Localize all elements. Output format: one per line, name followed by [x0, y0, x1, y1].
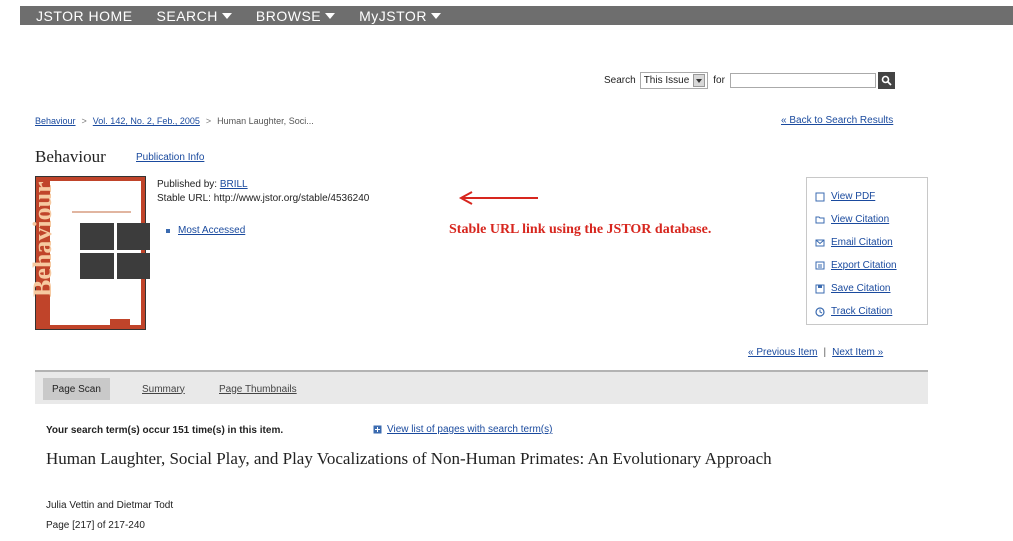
search-for-label: for — [713, 75, 725, 86]
annotation-arrow-icon — [458, 191, 538, 205]
previous-item-link[interactable]: « Previous Item — [748, 347, 817, 358]
save-icon — [815, 284, 825, 294]
search-button[interactable] — [877, 72, 895, 89]
save-citation-button[interactable]: Save Citation — [815, 277, 927, 300]
breadcrumb-issue[interactable]: Vol. 142, No. 2, Feb., 2005 — [93, 116, 200, 126]
journal-title: Behaviour — [35, 147, 106, 166]
tab-page-thumbnails-label: Page Thumbnails — [219, 383, 297, 395]
top-nav: JSTOR HOME SEARCH BROWSE MyJSTOR — [20, 6, 1013, 25]
magnifier-icon — [881, 75, 892, 86]
tab-page-thumbnails[interactable]: Page Thumbnails — [210, 378, 306, 400]
caret-down-icon — [221, 12, 232, 19]
cover-inner — [50, 181, 150, 325]
stable-url-value: http://www.jstor.org/stable/4536240 — [213, 193, 370, 204]
nav-jstor-home-label: JSTOR HOME — [36, 7, 133, 24]
article-pages: Page [217] of 217-240 — [46, 520, 145, 531]
nav-browse-label: BROWSE — [255, 7, 322, 24]
view-hit-pages-label: View list of pages with search term(s) — [387, 424, 553, 435]
breadcrumb-journal[interactable]: Behaviour — [35, 116, 76, 126]
nav-jstor-home[interactable]: JSTOR HOME — [36, 8, 133, 24]
published-by-label: Published by: — [157, 179, 218, 190]
cover-photo-grid — [80, 223, 150, 279]
nav-search[interactable]: SEARCH — [157, 8, 232, 24]
breadcrumb: Behaviour > Vol. 142, No. 2, Feb., 2005 … — [35, 116, 314, 126]
article-title: Human Laughter, Social Play, and Play Vo… — [46, 449, 772, 468]
nav-myjstor[interactable]: MyJSTOR — [359, 8, 441, 24]
breadcrumb-separator: > — [81, 116, 87, 126]
export-icon — [815, 261, 825, 271]
view-citation-button[interactable]: View Citation — [815, 208, 927, 231]
clock-icon — [815, 306, 825, 317]
search-scope-value: This Issue — [643, 75, 690, 86]
pagination-separator: | — [823, 347, 827, 358]
tab-summary-label: Summary — [142, 383, 185, 395]
caret-down-icon — [430, 12, 441, 19]
export-citation-label: Export Citation — [831, 260, 897, 271]
publication-info-link[interactable]: Publication Info — [136, 152, 204, 163]
cover-footer-mark — [110, 319, 130, 325]
view-tabs: Page Scan Summary Page Thumbnails — [35, 370, 928, 404]
tab-page-scan[interactable]: Page Scan — [43, 378, 110, 400]
next-item-link[interactable]: Next Item » — [832, 347, 883, 358]
pdf-icon — [815, 192, 825, 202]
back-to-results-link[interactable]: « Back to Search Results — [781, 115, 893, 126]
cover-title-text: Behaviour — [28, 181, 57, 297]
search-hits-summary: Your search term(s) occur 151 time(s) in… — [46, 425, 284, 436]
publisher-link[interactable]: BRILL — [220, 179, 248, 190]
search-label: Search — [604, 75, 636, 86]
search-input[interactable] — [729, 73, 876, 88]
nav-search-label: SEARCH — [156, 7, 218, 24]
citation-tools-box: View PDF View Citation Email Citation Ex… — [806, 177, 928, 325]
email-citation-label: Email Citation — [831, 237, 893, 248]
tab-page-scan-label: Page Scan — [52, 383, 101, 395]
most-accessed-link[interactable]: Most Accessed — [178, 225, 245, 236]
export-citation-button[interactable]: Export Citation — [815, 254, 927, 277]
nav-browse[interactable]: BROWSE — [255, 7, 336, 24]
article-authors: Julia Vettin and Dietmar Todt — [46, 500, 174, 511]
item-pagination: « Previous Item | Next Item » — [748, 347, 883, 358]
view-citation-label: View Citation — [831, 214, 890, 225]
track-citation-button[interactable]: Track Citation — [815, 300, 927, 323]
email-citation-button[interactable]: Email Citation — [815, 231, 927, 254]
bullet-icon — [166, 228, 170, 233]
nav-myjstor-label: MyJSTOR — [359, 7, 427, 24]
annotation-text: Stable URL link using the JSTOR database… — [449, 222, 712, 237]
view-pdf-label: View PDF — [831, 191, 876, 202]
dropdown-arrow-icon — [693, 74, 706, 87]
journal-cover-image[interactable]: Behaviour — [28, 176, 150, 330]
view-hit-pages[interactable]: View list of pages with search term(s) — [373, 424, 552, 435]
caret-down-icon — [325, 12, 336, 19]
view-pdf-button[interactable]: View PDF — [815, 185, 927, 208]
folder-icon — [815, 215, 825, 225]
email-icon — [815, 238, 825, 248]
breadcrumb-separator: > — [205, 116, 212, 126]
plus-icon — [373, 425, 382, 434]
search-scope-select[interactable]: This Issue — [639, 72, 709, 89]
breadcrumb-article: Human Laughter, Soci... — [217, 116, 314, 126]
stable-url-label: Stable URL: — [157, 193, 211, 204]
stable-url-row: Stable URL: http://www.jstor.org/stable/… — [157, 192, 369, 206]
published-by-row: Published by: BRILL — [157, 178, 369, 192]
save-citation-label: Save Citation — [831, 283, 891, 294]
publication-meta: Published by: BRILL Stable URL: http://w… — [157, 178, 369, 206]
most-accessed-item: Most Accessed — [166, 225, 245, 236]
cover-strip — [72, 211, 131, 213]
tab-summary[interactable]: Summary — [133, 378, 194, 400]
track-citation-label: Track Citation — [831, 306, 893, 317]
search-bar: Search This Issue for — [604, 72, 895, 89]
